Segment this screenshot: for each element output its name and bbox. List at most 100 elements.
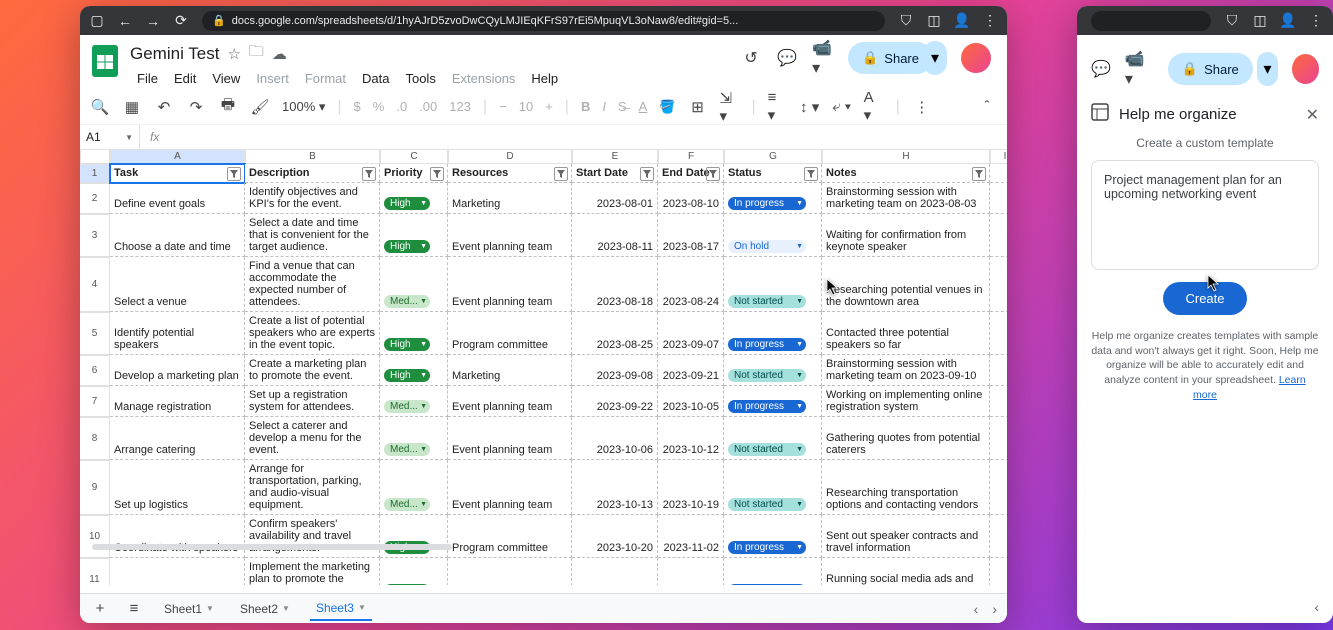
data-cell[interactable]: Event planning team (448, 460, 572, 515)
data-cell[interactable]: 2023-10-05 (658, 386, 724, 417)
rotate-text-icon[interactable]: A ▾ (864, 97, 884, 117)
row-header[interactable]: 7 (80, 386, 110, 417)
tab-scroll-left-icon[interactable]: ‹ (974, 601, 979, 617)
header-cell[interactable]: Resources (448, 164, 572, 183)
data-cell[interactable]: 2023-09-07 (658, 312, 724, 355)
priority-cell[interactable]: Med...▼ (380, 460, 448, 515)
data-cell[interactable]: 2023-08-18 (572, 257, 658, 312)
column-header[interactable]: H (822, 150, 990, 164)
chip-icon[interactable]: ▦ (122, 97, 142, 117)
strike-icon[interactable]: S̶ (618, 99, 627, 114)
menu-format[interactable]: Format (298, 68, 353, 89)
reload-icon[interactable]: ⟳ (174, 14, 188, 28)
increase-decimal-icon[interactable]: .00 (419, 99, 437, 114)
sheet-tab-1[interactable]: Sheet1▼ (158, 598, 220, 620)
panel-share-button[interactable]: 🔒Share (1168, 53, 1253, 85)
row-header[interactable]: 4 (80, 257, 110, 312)
data-cell[interactable]: Marketing (448, 183, 572, 214)
row-header[interactable]: 11 (80, 558, 110, 585)
back-icon[interactable]: ← (118, 14, 132, 28)
data-cell[interactable]: Identify potential speakers (110, 312, 245, 355)
data-cell[interactable]: Event planning team (448, 214, 572, 257)
data-cell[interactable]: Brainstorming session with marketing tea… (822, 355, 990, 386)
sheet-grid-area[interactable]: ABCDEFGHI1TaskDescriptionPriorityResourc… (80, 150, 1007, 585)
data-cell[interactable]: Event planning team (448, 386, 572, 417)
menu-help[interactable]: Help (524, 68, 565, 89)
zoom-select[interactable]: 100% ▾ (282, 99, 325, 115)
data-cell[interactable]: Select a date and time that is convenien… (245, 214, 380, 257)
bold-icon[interactable]: B (581, 99, 590, 114)
data-cell[interactable]: 2023-09-22 (572, 386, 658, 417)
menu-insert[interactable]: Insert (249, 68, 296, 89)
panel-share-dropdown[interactable]: ▾ (1257, 52, 1278, 86)
row-header[interactable]: 1 (80, 164, 110, 183)
column-header[interactable]: F (658, 150, 724, 164)
header-cell[interactable]: End Date (658, 164, 724, 183)
data-cell[interactable]: 2023-11-16 (658, 558, 724, 585)
data-cell[interactable] (990, 183, 1007, 214)
create-button[interactable]: Create (1163, 282, 1246, 315)
data-cell[interactable]: 2023-08-11 (572, 214, 658, 257)
sheet-tab-2[interactable]: Sheet2▼ (234, 598, 296, 620)
status-cell[interactable]: Not started▼ (724, 355, 822, 386)
data-cell[interactable]: 2023-08-10 (658, 183, 724, 214)
data-cell[interactable]: Researching transportation options and c… (822, 460, 990, 515)
side-kebab-icon[interactable]: ⋮ (1309, 14, 1323, 28)
column-header[interactable]: G (724, 150, 822, 164)
data-cell[interactable]: 2023-10-12 (658, 417, 724, 460)
font-size-plus[interactable]: + (545, 99, 553, 114)
data-cell[interactable]: 2023-08-01 (572, 183, 658, 214)
data-cell[interactable]: Event planning team (448, 417, 572, 460)
filter-icon[interactable] (972, 167, 986, 181)
priority-cell[interactable]: High▼ (380, 355, 448, 386)
font-size-value[interactable]: 10 (519, 99, 533, 114)
data-cell[interactable]: Researching potential venues in the down… (822, 257, 990, 312)
column-header[interactable]: A (110, 150, 245, 164)
panel-collapse-icon[interactable]: ‹ (1314, 599, 1319, 615)
data-cell[interactable]: Working on implementing online registrat… (822, 386, 990, 417)
user-avatar[interactable] (961, 43, 991, 73)
data-cell[interactable]: 2023-10-06 (572, 417, 658, 460)
data-cell[interactable]: Marketing (448, 558, 572, 585)
history-icon[interactable]: ↺ (740, 47, 762, 69)
menu-file[interactable]: File (130, 68, 165, 89)
document-title[interactable]: Gemini Test (130, 44, 219, 64)
side-split-icon[interactable]: ◫ (1253, 14, 1267, 28)
data-cell[interactable]: Define event goals (110, 183, 245, 214)
all-sheets-icon[interactable]: ≡ (124, 599, 144, 619)
status-cell[interactable]: Not started▼ (724, 257, 822, 312)
fill-color-icon[interactable]: 🪣 (659, 99, 675, 115)
priority-cell[interactable]: High▼ (380, 558, 448, 585)
data-cell[interactable]: Set up logistics (110, 460, 245, 515)
column-header[interactable]: B (245, 150, 380, 164)
close-panel-icon[interactable]: ✕ (1306, 105, 1319, 125)
data-cell[interactable]: Marketing (448, 355, 572, 386)
row-header[interactable]: 8 (80, 417, 110, 460)
status-cell[interactable]: In progress▼ (724, 386, 822, 417)
data-cell[interactable]: 2023-10-19 (658, 460, 724, 515)
menu-view[interactable]: View (205, 68, 247, 89)
column-header[interactable]: E (572, 150, 658, 164)
priority-cell[interactable]: Med...▼ (380, 257, 448, 312)
priority-cell[interactable]: High▼ (380, 214, 448, 257)
valign-icon[interactable]: ↕ ▾ (800, 97, 820, 117)
data-cell[interactable] (990, 386, 1007, 417)
status-cell[interactable]: Not started▼ (724, 417, 822, 460)
data-cell[interactable] (990, 312, 1007, 355)
menu-tools[interactable]: Tools (398, 68, 442, 89)
data-cell[interactable]: Find a venue that can accommodate the ex… (245, 257, 380, 312)
data-cell[interactable]: Running social media ads and sending out… (822, 558, 990, 585)
merge-icon[interactable]: ⇲ ▾ (719, 97, 739, 117)
data-cell[interactable] (990, 558, 1007, 585)
redo-icon[interactable]: ↷ (186, 97, 206, 117)
collapse-toolbar-icon[interactable]: ˆ (977, 97, 997, 117)
data-cell[interactable]: Select a caterer and develop a menu for … (245, 417, 380, 460)
data-cell[interactable]: Identify objectives and KPI's for the ev… (245, 183, 380, 214)
currency-icon[interactable]: $ (354, 99, 361, 114)
template-prompt-input[interactable]: Project management plan for an upcoming … (1091, 160, 1319, 270)
row-header[interactable]: 9 (80, 460, 110, 515)
data-cell[interactable]: Arrange for transportation, parking, and… (245, 460, 380, 515)
data-cell[interactable]: Create a marketing plan to promote the e… (245, 355, 380, 386)
format-123-icon[interactable]: 123 (449, 99, 471, 114)
align-icon[interactable]: ≡ ▾ (768, 97, 788, 117)
